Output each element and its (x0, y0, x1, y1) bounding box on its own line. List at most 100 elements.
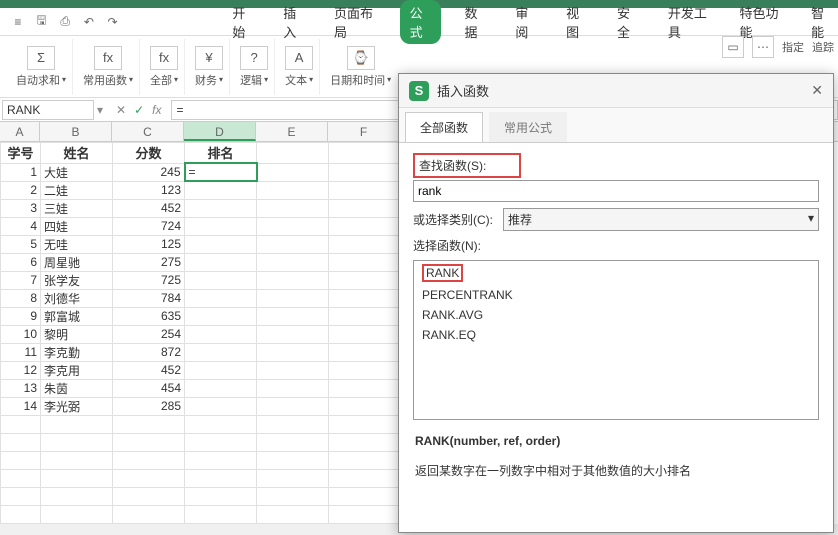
cell[interactable] (185, 361, 257, 379)
cell[interactable]: 李光弼 (41, 397, 113, 415)
cell[interactable]: 452 (113, 199, 185, 217)
col-header-B[interactable]: B (40, 122, 112, 141)
cell[interactable] (113, 505, 185, 523)
cell[interactable] (329, 361, 401, 379)
cell[interactable] (185, 325, 257, 343)
cell[interactable] (185, 451, 257, 469)
cell[interactable]: 二娃 (41, 181, 113, 199)
cell[interactable] (329, 487, 401, 505)
cell[interactable]: 2 (1, 181, 41, 199)
cell[interactable]: 4 (1, 217, 41, 235)
cell[interactable]: 454 (113, 379, 185, 397)
cell[interactable] (41, 415, 113, 433)
cell[interactable] (1, 415, 41, 433)
cell[interactable] (257, 505, 329, 523)
ribbon-group-财务[interactable]: ¥财务 ▾ (189, 39, 230, 95)
undo-icon[interactable]: ↶ (79, 12, 99, 32)
cell[interactable] (1, 469, 41, 487)
col-header-E[interactable]: E (256, 122, 328, 141)
tab-开发工具[interactable]: 开发工具 (662, 0, 716, 45)
cell[interactable]: 275 (113, 253, 185, 271)
ribbon-group-日期和时间[interactable]: ⌚日期和时间 ▾ (324, 39, 397, 95)
cell[interactable]: 9 (1, 307, 41, 325)
dialog-titlebar[interactable]: S 插入函数 ✕ (399, 74, 833, 108)
col-header-A[interactable]: A (0, 122, 40, 141)
cell[interactable] (329, 289, 401, 307)
tab-common-formulas[interactable]: 常用公式 (489, 112, 567, 142)
cell[interactable] (41, 505, 113, 523)
cell[interactable] (329, 451, 401, 469)
function-item-RANK.AVG[interactable]: RANK.AVG (414, 305, 818, 325)
cell[interactable]: 123 (113, 181, 185, 199)
cell[interactable]: 三娃 (41, 199, 113, 217)
cell[interactable] (185, 235, 257, 253)
zhuizong-label[interactable]: 追踪 (812, 39, 834, 55)
sheet-table[interactable]: 学号姓名分数排名1大娃245=2二娃1233三娃4524四娃7245无哇1256… (0, 142, 401, 524)
cell[interactable] (1, 451, 41, 469)
cell[interactable] (257, 235, 329, 253)
cell[interactable] (1, 433, 41, 451)
cell[interactable] (329, 325, 401, 343)
cell[interactable]: 8 (1, 289, 41, 307)
tab-数据[interactable]: 数据 (459, 0, 492, 45)
cell[interactable] (185, 415, 257, 433)
cell[interactable] (1, 505, 41, 523)
cell[interactable]: 周星驰 (41, 253, 113, 271)
app-menu-icon[interactable]: ≡ (8, 12, 28, 32)
function-list[interactable]: RANKPERCENTRANKRANK.AVGRANK.EQ (413, 260, 819, 420)
search-input[interactable] (413, 180, 819, 202)
cell[interactable] (257, 199, 329, 217)
cell[interactable]: 郭富城 (41, 307, 113, 325)
cell[interactable] (257, 397, 329, 415)
cell[interactable] (41, 433, 113, 451)
cell[interactable] (185, 343, 257, 361)
cell[interactable] (257, 415, 329, 433)
cell[interactable] (257, 271, 329, 289)
header-cell[interactable]: 分数 (113, 143, 185, 164)
cell[interactable]: 452 (113, 361, 185, 379)
cell[interactable]: 784 (113, 289, 185, 307)
ribbon-group-自动求和[interactable]: Σ自动求和 ▾ (10, 39, 73, 95)
cell[interactable]: 12 (1, 361, 41, 379)
ribbon-group-逻辑[interactable]: ?逻辑 ▾ (234, 39, 275, 95)
cell[interactable]: 10 (1, 325, 41, 343)
cancel-formula-icon[interactable]: ✕ (116, 103, 126, 117)
cell[interactable] (257, 253, 329, 271)
cell[interactable]: 13 (1, 379, 41, 397)
cell[interactable]: 11 (1, 343, 41, 361)
cell[interactable] (329, 163, 401, 181)
cell[interactable] (185, 217, 257, 235)
ribbon-group-全部[interactable]: fx全部 ▾ (144, 39, 185, 95)
ribbon-group-文本[interactable]: A文本 ▾ (279, 39, 320, 95)
trace-icon[interactable]: ⋯ (752, 36, 774, 58)
cell[interactable] (329, 253, 401, 271)
cell[interactable]: 黎明 (41, 325, 113, 343)
cell[interactable] (113, 469, 185, 487)
cell[interactable] (329, 379, 401, 397)
tab-审阅[interactable]: 审阅 (509, 0, 542, 45)
cell[interactable] (329, 181, 401, 199)
cell[interactable]: 254 (113, 325, 185, 343)
cell[interactable] (329, 397, 401, 415)
header-cell[interactable]: 学号 (1, 143, 41, 164)
cell[interactable] (257, 217, 329, 235)
cell[interactable] (257, 487, 329, 505)
cell[interactable] (113, 451, 185, 469)
cell[interactable] (329, 505, 401, 523)
fx-icon[interactable]: fx (152, 103, 161, 117)
cell[interactable] (329, 469, 401, 487)
cell[interactable]: 724 (113, 217, 185, 235)
cell[interactable] (329, 235, 401, 253)
cell[interactable] (185, 181, 257, 199)
name-box[interactable]: RANK (2, 100, 94, 120)
name-manager-icon[interactable]: ▭ (722, 36, 744, 58)
function-item-RANK.EQ[interactable]: RANK.EQ (414, 325, 818, 345)
cell[interactable] (257, 361, 329, 379)
cell[interactable]: 635 (113, 307, 185, 325)
cell[interactable] (257, 325, 329, 343)
cell[interactable] (185, 397, 257, 415)
function-item-PERCENTRANK[interactable]: PERCENTRANK (414, 285, 818, 305)
cell[interactable] (185, 433, 257, 451)
cell[interactable]: 李克用 (41, 361, 113, 379)
cell[interactable]: = (185, 163, 257, 181)
